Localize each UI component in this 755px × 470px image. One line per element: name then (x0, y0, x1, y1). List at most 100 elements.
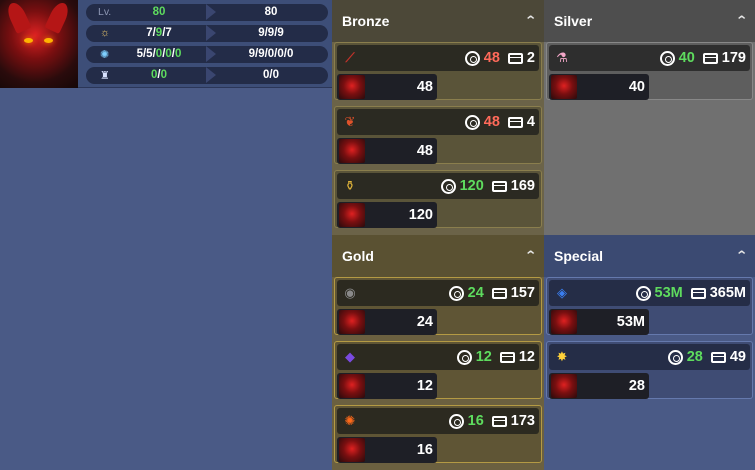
material-card[interactable]: ❦ 48 4 48 (334, 106, 542, 164)
required-count: 24 (416, 314, 433, 330)
target-amount: 48 (464, 114, 500, 130)
character-thumbnail (551, 310, 577, 334)
target-amount: 28 (667, 349, 703, 365)
collapse-chevron-icon[interactable]: ⌃ (524, 13, 537, 29)
character-thumbnail (551, 75, 577, 99)
target-icon (440, 178, 456, 194)
stat-current-value: 7/9/7 (146, 27, 172, 39)
silver-panel-header[interactable]: Silver ⌃ (544, 0, 755, 42)
chest-icon (491, 180, 507, 192)
character-requirement: 120 (337, 202, 437, 228)
target-amount: 12 (456, 349, 492, 365)
character-requirement: 48 (337, 138, 437, 164)
target-amount: 53M (635, 285, 683, 301)
star-icon: ✺ (100, 49, 110, 61)
character-thumbnail (339, 438, 365, 462)
material-header: ◉ 24 157 (337, 280, 539, 306)
material-card[interactable]: ◈ 53M 365M 53M (546, 277, 753, 335)
target-icon (659, 50, 675, 66)
character-requirement: 53M (549, 309, 649, 335)
character-requirement: 12 (337, 373, 437, 399)
collapse-chevron-icon[interactable]: ⌃ (524, 248, 537, 264)
stock-amount: 365M (690, 285, 746, 301)
required-count: 48 (416, 143, 433, 159)
arrow-divider (206, 4, 216, 20)
material-card[interactable]: ⟋ 48 2 48 (334, 42, 542, 100)
material-card[interactable]: ⚱ 120 169 120 (334, 170, 542, 228)
panel-title: Gold (342, 248, 374, 264)
character-requirement: 48 (337, 74, 437, 100)
gold-panel-header[interactable]: Gold ⌃ (332, 235, 544, 277)
character-requirement: 24 (337, 309, 437, 335)
material-header: ✸ 28 49 (549, 344, 750, 370)
material-card[interactable]: ◉ 24 157 24 (334, 277, 542, 335)
stat-target-value: 9/9/0/0/0 (248, 48, 294, 60)
material-card[interactable]: ⚗ 40 179 40 (546, 42, 753, 100)
gold-bell-icon: ⚱ (344, 178, 356, 193)
material-header: ◆ 12 12 (337, 344, 539, 370)
silver-panel: Silver ⌃ ⚗ 40 179 40 (544, 0, 755, 235)
stock-amount: 173 (491, 413, 535, 429)
stock-amount: 169 (491, 178, 535, 194)
gold-panel: Gold ⌃ ◉ 24 157 24 ◆ 12 12 12 ✺ 16 173 1… (332, 235, 544, 470)
arrow-divider (206, 46, 216, 62)
special-panel: Special ⌃ ◈ 53M 365M 53M ✸ 28 49 28 (544, 235, 755, 470)
gold-items: ◉ 24 157 24 ◆ 12 12 12 ✺ 16 173 16 (332, 277, 544, 463)
character-requirement: 16 (337, 437, 437, 463)
chest-icon (491, 415, 507, 427)
target-amount: 40 (659, 50, 695, 66)
stat-label: Lv. (98, 6, 112, 18)
character-thumbnail (339, 374, 365, 398)
material-card[interactable]: ◆ 12 12 12 (334, 341, 542, 399)
sun-icon: ☼ (100, 27, 111, 39)
chest-icon (690, 287, 706, 299)
collapse-chevron-icon[interactable]: ⌃ (735, 13, 748, 29)
chest-icon (507, 52, 523, 64)
required-count: 53M (616, 314, 645, 330)
material-card[interactable]: ✺ 16 173 16 (334, 405, 542, 463)
target-amount: 16 (448, 413, 484, 429)
character-thumbnail (551, 374, 577, 398)
material-header: ⚗ 40 179 (549, 45, 750, 71)
character-stats: Lv. 80 80 ☼ 7/9/7 9/9/9 ✺ 5/5/0/0/0 9/9/0/0/0 ♜ 0/… (86, 4, 328, 88)
stat-target-value: 9/9/9 (258, 27, 284, 39)
character-requirement: 40 (549, 74, 649, 100)
target-icon (448, 285, 464, 301)
stat-row: ☼ 7/9/7 9/9/9 (86, 25, 328, 42)
stat-current-value: 5/5/0/0/0 (136, 48, 182, 60)
target-amount: 48 (464, 50, 500, 66)
stat-row: Lv. 80 80 (86, 4, 328, 21)
arrow-divider (206, 67, 216, 83)
special-panel-header[interactable]: Special ⌃ (544, 235, 755, 277)
flag-icon: ♜ (100, 70, 110, 82)
required-count: 12 (416, 378, 433, 394)
required-count: 40 (628, 79, 645, 95)
material-header: ◈ 53M 365M (549, 280, 750, 306)
material-header: ⟋ 48 2 (337, 45, 539, 71)
bronze-panel-header[interactable]: Bronze ⌃ (332, 0, 544, 42)
stat-current-value: 80 (152, 6, 166, 18)
stat-current-value: 0/0 (150, 69, 167, 81)
collapse-chevron-icon[interactable]: ⌃ (735, 248, 748, 264)
target-amount: 120 (440, 178, 484, 194)
target-icon (464, 50, 480, 66)
target-icon (456, 349, 472, 365)
required-count: 16 (416, 442, 433, 458)
material-card[interactable]: ✸ 28 49 28 (546, 341, 753, 399)
character-thumbnail (339, 139, 365, 163)
stock-amount: 12 (499, 349, 535, 365)
panel-title: Bronze (342, 13, 390, 29)
character-portrait[interactable] (0, 0, 78, 88)
material-header: ⚱ 120 169 (337, 173, 539, 199)
character-card[interactable]: Lv. 80 80 ☼ 7/9/7 9/9/9 ✺ 5/5/0/0/0 9/9/0/0/0 ♜ 0/… (0, 0, 332, 88)
silver-items: ⚗ 40 179 40 (544, 42, 755, 100)
target-icon (464, 114, 480, 130)
character-thumbnail (339, 203, 365, 227)
target-icon (448, 413, 464, 429)
target-icon (635, 285, 651, 301)
bronze-items: ⟋ 48 2 48 ❦ 48 4 48 ⚱ 120 169 120 (332, 42, 544, 228)
character-thumbnail (339, 75, 365, 99)
character-thumbnail (339, 310, 365, 334)
target-icon (667, 349, 683, 365)
dark-orb-icon: ◉ (344, 285, 356, 300)
